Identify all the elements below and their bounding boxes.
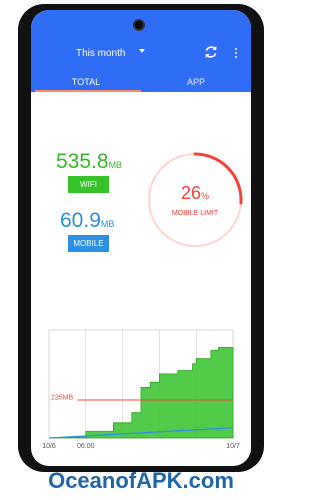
tab-total[interactable]: TOTAL bbox=[31, 72, 141, 92]
limit-percent-number: 26 bbox=[180, 183, 201, 203]
active-tab-indicator bbox=[35, 90, 141, 92]
wifi-button[interactable]: WIFI bbox=[68, 176, 109, 193]
chevron-down-icon[interactable] bbox=[139, 49, 145, 53]
app-screen: This month TOTAL APP 535.8MB WIFI 60.9MB… bbox=[31, 10, 251, 466]
x-tick-label: 10/6 bbox=[42, 443, 56, 450]
wifi-usage-value: 535.8MB bbox=[56, 150, 122, 174]
mobile-button[interactable]: MOBILE bbox=[68, 235, 109, 252]
wifi-amount: 535.8 bbox=[56, 150, 109, 173]
front-camera-icon bbox=[133, 19, 145, 31]
device-frame: This month TOTAL APP 535.8MB WIFI 60.9MB… bbox=[18, 4, 264, 472]
refresh-icon[interactable] bbox=[203, 44, 219, 60]
x-tick-label: 06:00 bbox=[77, 443, 95, 450]
limit-percent-sign: % bbox=[201, 191, 210, 201]
app-bar: This month TOTAL APP bbox=[31, 10, 251, 92]
usage-chart: 225MB 10/6 06:00 10/7 bbox=[42, 329, 240, 450]
more-options-icon[interactable] bbox=[234, 48, 238, 60]
wifi-unit: MB bbox=[108, 160, 123, 170]
limit-label: 225MB bbox=[51, 395, 74, 402]
watermark-text: OceanofAPK.com bbox=[48, 468, 234, 493]
mobile-unit: MB bbox=[100, 219, 115, 229]
period-selector[interactable]: This month bbox=[76, 48, 125, 59]
mobile-amount: 60.9 bbox=[60, 209, 101, 232]
x-tick-label: 10/7 bbox=[226, 443, 240, 450]
limit-percent: 26% bbox=[145, 183, 245, 204]
mobile-usage-value: 60.9MB bbox=[60, 209, 114, 233]
limit-label: MOBILE LIMIT bbox=[171, 210, 219, 217]
tab-app[interactable]: APP bbox=[141, 72, 251, 92]
